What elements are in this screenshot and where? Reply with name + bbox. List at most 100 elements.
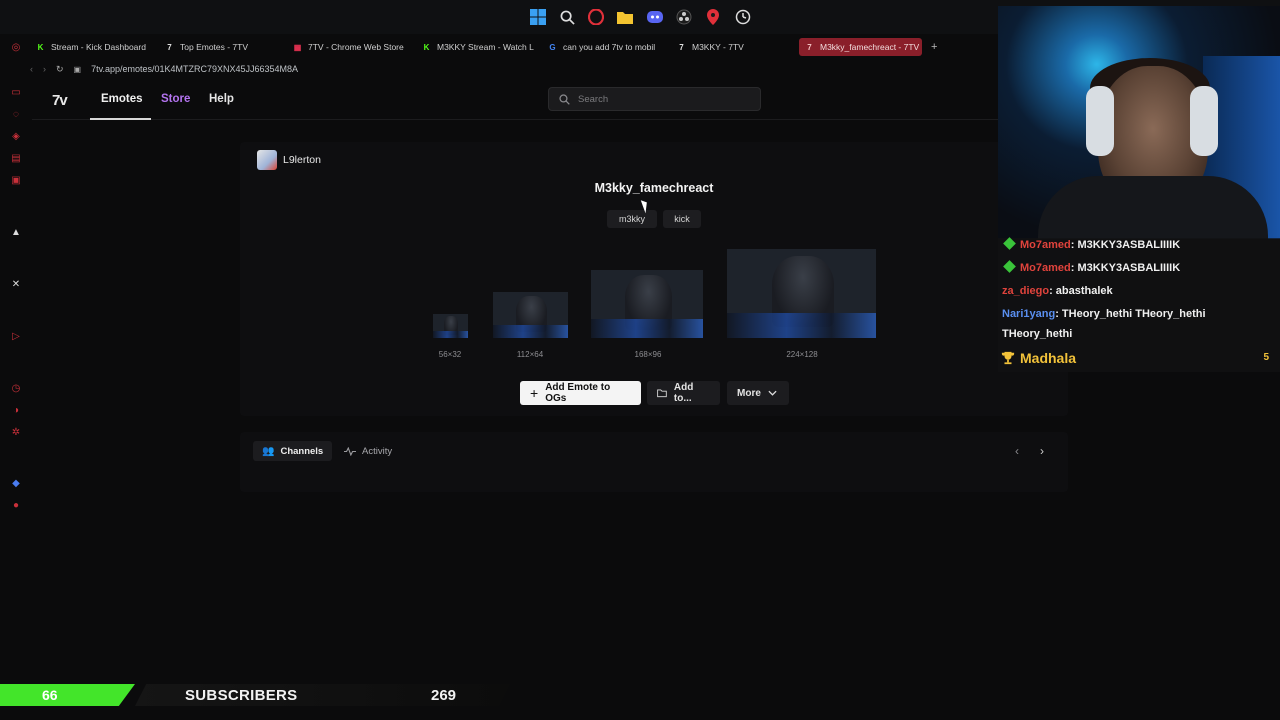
nav-help[interactable]: Help [209,93,234,105]
reload-icon[interactable]: ↻ [56,64,64,75]
nav-emotes[interactable]: Emotes [101,93,143,105]
chat-overlay: Mo7amed: M3KKY3ASBALIIIIK Mo7amed: M3KKY… [998,237,1280,372]
top-supporter-count: 5 [1263,352,1269,363]
history-icon[interactable]: ◷ [10,382,22,394]
emote-title: M3kky_famechreact [594,181,714,195]
settings-icon[interactable]: ✲ [10,426,22,438]
size-label: 112×64 [516,350,544,359]
7tv-logo[interactable]: 7v [52,92,68,109]
chat-text: : abasthalek [1049,285,1113,297]
browser-tab[interactable]: 7 Top Emotes - 7TV [159,38,279,56]
emote-owner[interactable]: L9lerton [257,150,321,170]
more-label: More [737,387,761,399]
sidebar-icon[interactable]: ▭ [10,86,22,98]
sidebar-icon[interactable]: ◑ [10,404,22,416]
obs-icon[interactable] [674,7,694,27]
emote-preview-4x[interactable] [727,249,876,338]
sidebar-icon[interactable]: ◌ [10,108,22,120]
chevron-left-icon[interactable]: ‹ [1015,444,1019,458]
browser-tab[interactable]: K M3KKY Stream - Watch L [416,38,534,56]
nav-store[interactable]: Store [161,93,190,105]
emote-tag[interactable]: m3kky [607,210,657,228]
owner-name: L9lerton [283,154,321,166]
more-button[interactable]: More [727,381,789,405]
search-input[interactable]: Search [548,87,761,111]
browser-tab[interactable]: ▦ 7TV - Chrome Web Store [287,38,412,56]
avatar [257,150,277,170]
users-icon: 👥 [262,445,275,457]
x-icon[interactable]: ✕ [10,278,22,290]
site-header: 7v Emotes Store Help Search [32,84,998,120]
tab-label: Top Emotes - 7TV [180,42,249,52]
maps-pin-icon[interactable] [703,7,723,27]
browser-tab[interactable]: G can you add 7tv to mobil [542,38,664,56]
sub-badge-icon [1003,260,1016,273]
emote-preview-2x[interactable] [493,292,568,338]
windows-icon[interactable] [528,7,548,27]
shield-icon[interactable]: ◆ [10,477,22,489]
subscriber-goal-bar: 66 SUBSCRIBERS 269 [0,684,510,706]
tab-activity[interactable]: Activity [335,441,401,461]
chat-text: : THeory_hethi THeory_hethi [1055,308,1206,320]
tab-label: M3KKY - 7TV [692,42,744,52]
chat-message: Mo7amed: M3KKY3ASBALIIIIK [1002,237,1180,251]
subscriber-goal: 269 [431,687,457,704]
lock-icon: ▣ [73,64,82,74]
add-emote-button[interactable]: + Add Emote to OGs [520,381,641,405]
emote-tag[interactable]: kick [663,210,701,228]
url-field[interactable]: 7tv.app/emotes/01K4MTZRC79XNX45JJ66354M8… [91,64,298,74]
browser-tab-strip: K Stream - Kick Dashboard 7 Top Emotes -… [0,36,1000,58]
emote-detail-tabs: 👥 Channels Activity ‹ › [240,432,1068,492]
new-tab-button[interactable]: + [925,38,941,56]
search-placeholder: Search [578,93,609,105]
add-to-button[interactable]: Add to... [647,381,720,405]
sub-badge-icon [1003,237,1016,250]
opera-icon[interactable] [586,7,606,27]
emote-preview-1x[interactable] [433,314,468,338]
sidebar-icon[interactable]: ▣ [10,174,22,186]
sidebar-icon[interactable]: ◈ [10,130,22,142]
size-label: 168×96 [634,350,662,359]
tab-label: Activity [362,445,393,457]
sidebar-icon[interactable]: ● [10,499,22,511]
subscriber-count: 66 [42,687,58,703]
tab-label: Stream - Kick Dashboard [51,42,146,52]
kick-favicon-icon: K [423,42,430,52]
browser-tab-active[interactable]: 7 M3kky_famechreact - 7TV [799,38,922,56]
chat-message-continued: THeory_hethi [1002,328,1072,340]
chevron-right-icon[interactable]: › [1040,444,1044,458]
chat-message: za_diego: abasthalek [1002,285,1113,297]
address-bar: ‹ › ↻ ▣ 7tv.app/emotes/01K4MTZRC79XNX45J… [30,60,730,78]
web-store-favicon-icon: ▦ [293,42,302,52]
search-icon[interactable] [557,7,577,27]
google-favicon-icon: G [549,42,556,52]
tab-label: 7TV - Chrome Web Store [308,42,404,52]
chat-message: Nari1yang: THeory_hethi THeory_hethi [1002,308,1206,320]
folder-plus-icon [657,389,667,398]
tab-channels[interactable]: 👥 Channels [253,441,333,461]
discord-icon[interactable] [645,7,665,27]
emote-card: L9lerton M3kky_famechreact m3kky kick 56… [240,142,1068,416]
7tv-favicon-icon: 7 [167,42,172,52]
webcam-feed [998,6,1280,239]
browser-tab[interactable]: K Stream - Kick Dashboard [30,38,156,56]
tab-label: M3KKY Stream - Watch L [437,42,534,52]
tab-label: Channels [280,445,324,457]
forward-icon[interactable]: › [43,64,46,74]
emote-preview-3x[interactable] [591,270,703,338]
clock-icon[interactable] [733,7,753,27]
size-label: 56×32 [438,350,462,359]
tab-label: M3kky_famechreact - 7TV [820,42,920,52]
opera-menu-icon[interactable]: ◎ [10,41,22,53]
sidebar-icon[interactable]: ▷ [10,330,22,342]
browser-tab[interactable]: 7 M3KKY - 7TV [671,38,781,56]
stream-screen: K Stream - Kick Dashboard 7 Top Emotes -… [0,0,1280,720]
activity-icon [344,446,356,456]
goal-progress-fill [0,684,135,706]
chat-username: Nari1yang [1002,308,1056,320]
browser-sidebar: ◎ ▭ ◌ ◈ ▤ ▣ ▲ ✕ ▷ ◷ ◑ ✲ ◆ ● [0,36,32,716]
folder-icon[interactable] [615,7,635,27]
sidebar-icon[interactable]: ▲ [10,226,22,238]
chat-username: za_diego [1002,285,1050,297]
sidebar-icon[interactable]: ▤ [10,152,22,164]
